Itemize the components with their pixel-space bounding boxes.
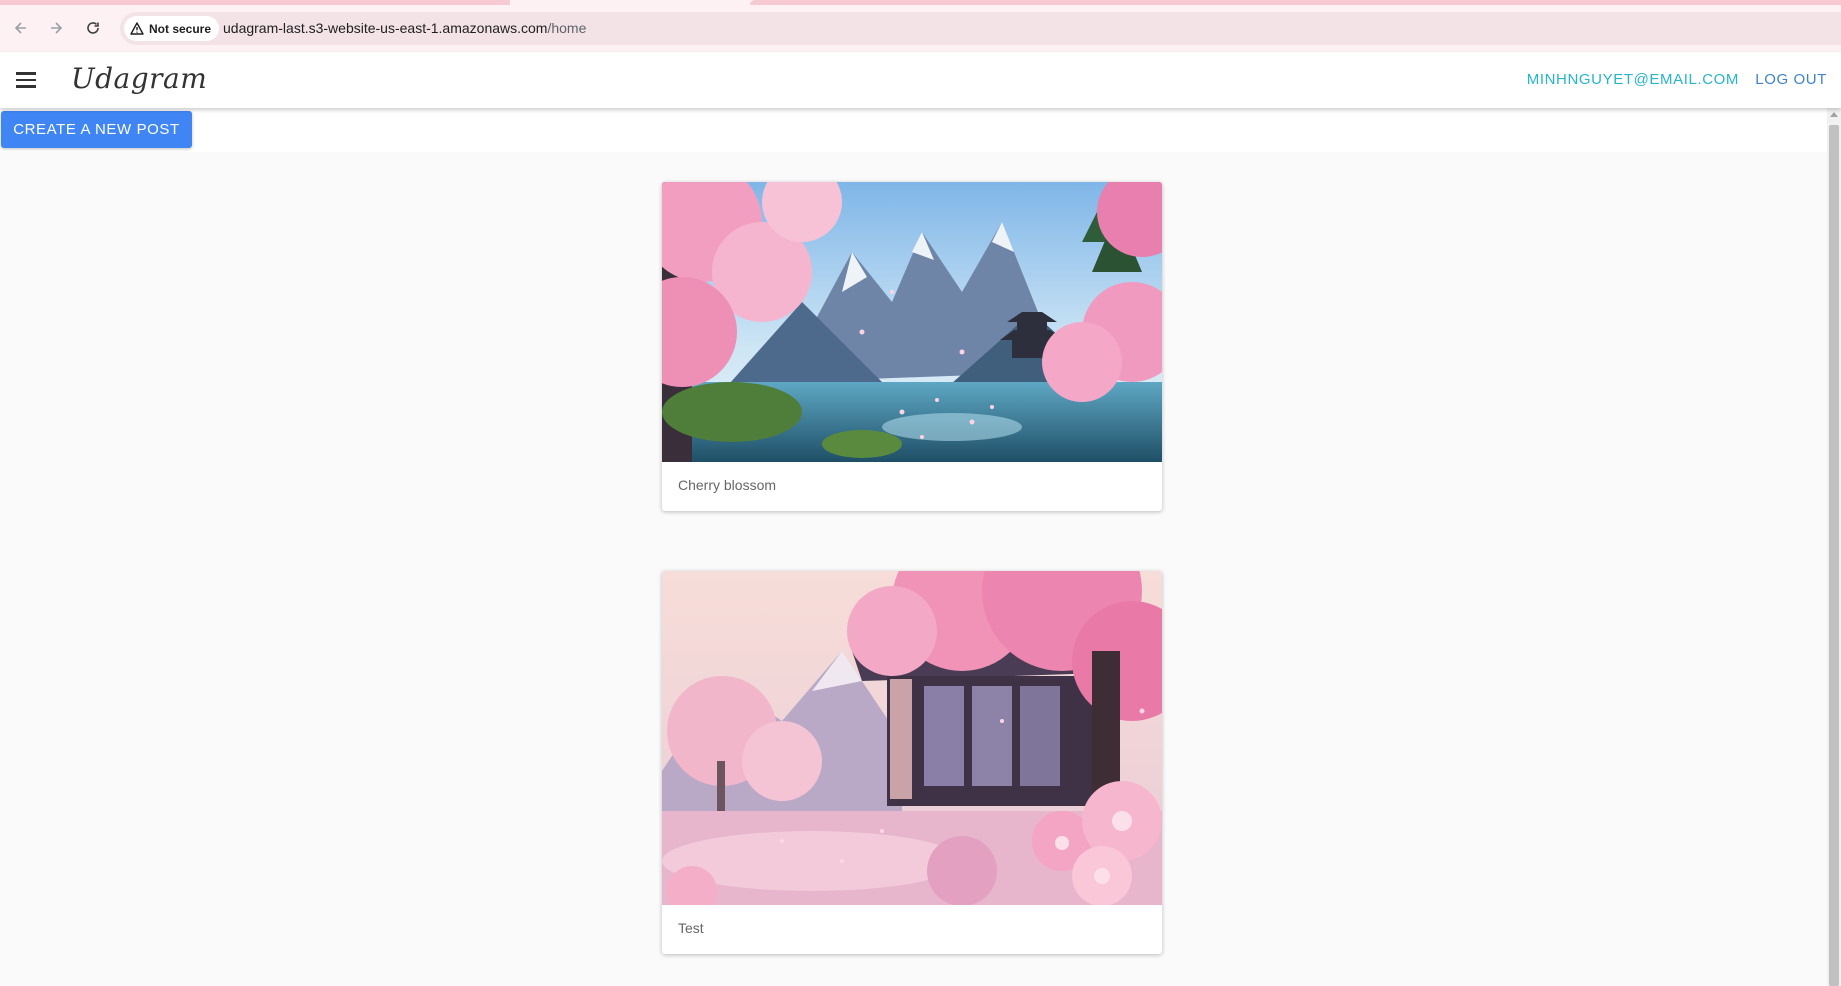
logout-button[interactable]: LOG OUT — [1755, 71, 1827, 88]
app-toolbar: Udagram MINHNGUYET@EMAIL.COM LOG OUT — [0, 52, 1841, 108]
back-arrow-icon — [14, 22, 26, 34]
forward-arrow-icon — [51, 22, 63, 34]
scrollbar[interactable] — [1827, 108, 1841, 986]
post-image-cherry-blossom-lake[interactable] — [662, 182, 1162, 462]
post-image-cherry-blossom-house[interactable] — [662, 571, 1162, 905]
security-label: Not secure — [149, 21, 212, 36]
action-bar: CREATE A NEW POST — [0, 108, 1827, 152]
post-card: Test — [662, 571, 1162, 954]
back-button[interactable] — [7, 14, 35, 42]
post-caption: Cherry blossom — [678, 477, 777, 493]
forward-button[interactable] — [42, 14, 70, 42]
user-email-link[interactable]: MINHNGUYET@EMAIL.COM — [1527, 71, 1739, 88]
url-path: /home — [547, 20, 587, 36]
url-host: udagram-last.s3-website-us-east-1.amazon… — [223, 20, 548, 36]
post-caption: Test — [678, 920, 704, 936]
browser-toolbar: Not secure udagram-last.s3-website-us-ea… — [0, 0, 1841, 52]
active-tab[interactable] — [750, 0, 1841, 5]
menu-icon — [14, 72, 40, 88]
create-post-button[interactable]: CREATE A NEW POST — [1, 111, 192, 148]
url-text[interactable]: udagram-last.s3-website-us-east-1.amazon… — [223, 20, 586, 36]
reload-button[interactable] — [79, 14, 107, 42]
scroll-thumb[interactable] — [1829, 125, 1839, 986]
scroll-up-arrow[interactable] — [1830, 112, 1838, 117]
security-indicator[interactable]: Not secure — [124, 16, 220, 41]
reload-icon — [87, 22, 99, 34]
warning-icon — [130, 22, 144, 35]
address-bar[interactable]: Not secure udagram-last.s3-website-us-ea… — [120, 12, 1841, 45]
tab-strip — [0, 0, 510, 5]
post-card: Cherry blossom — [662, 182, 1162, 511]
menu-button[interactable] — [14, 68, 40, 92]
app-logo[interactable]: Udagram — [71, 62, 207, 95]
